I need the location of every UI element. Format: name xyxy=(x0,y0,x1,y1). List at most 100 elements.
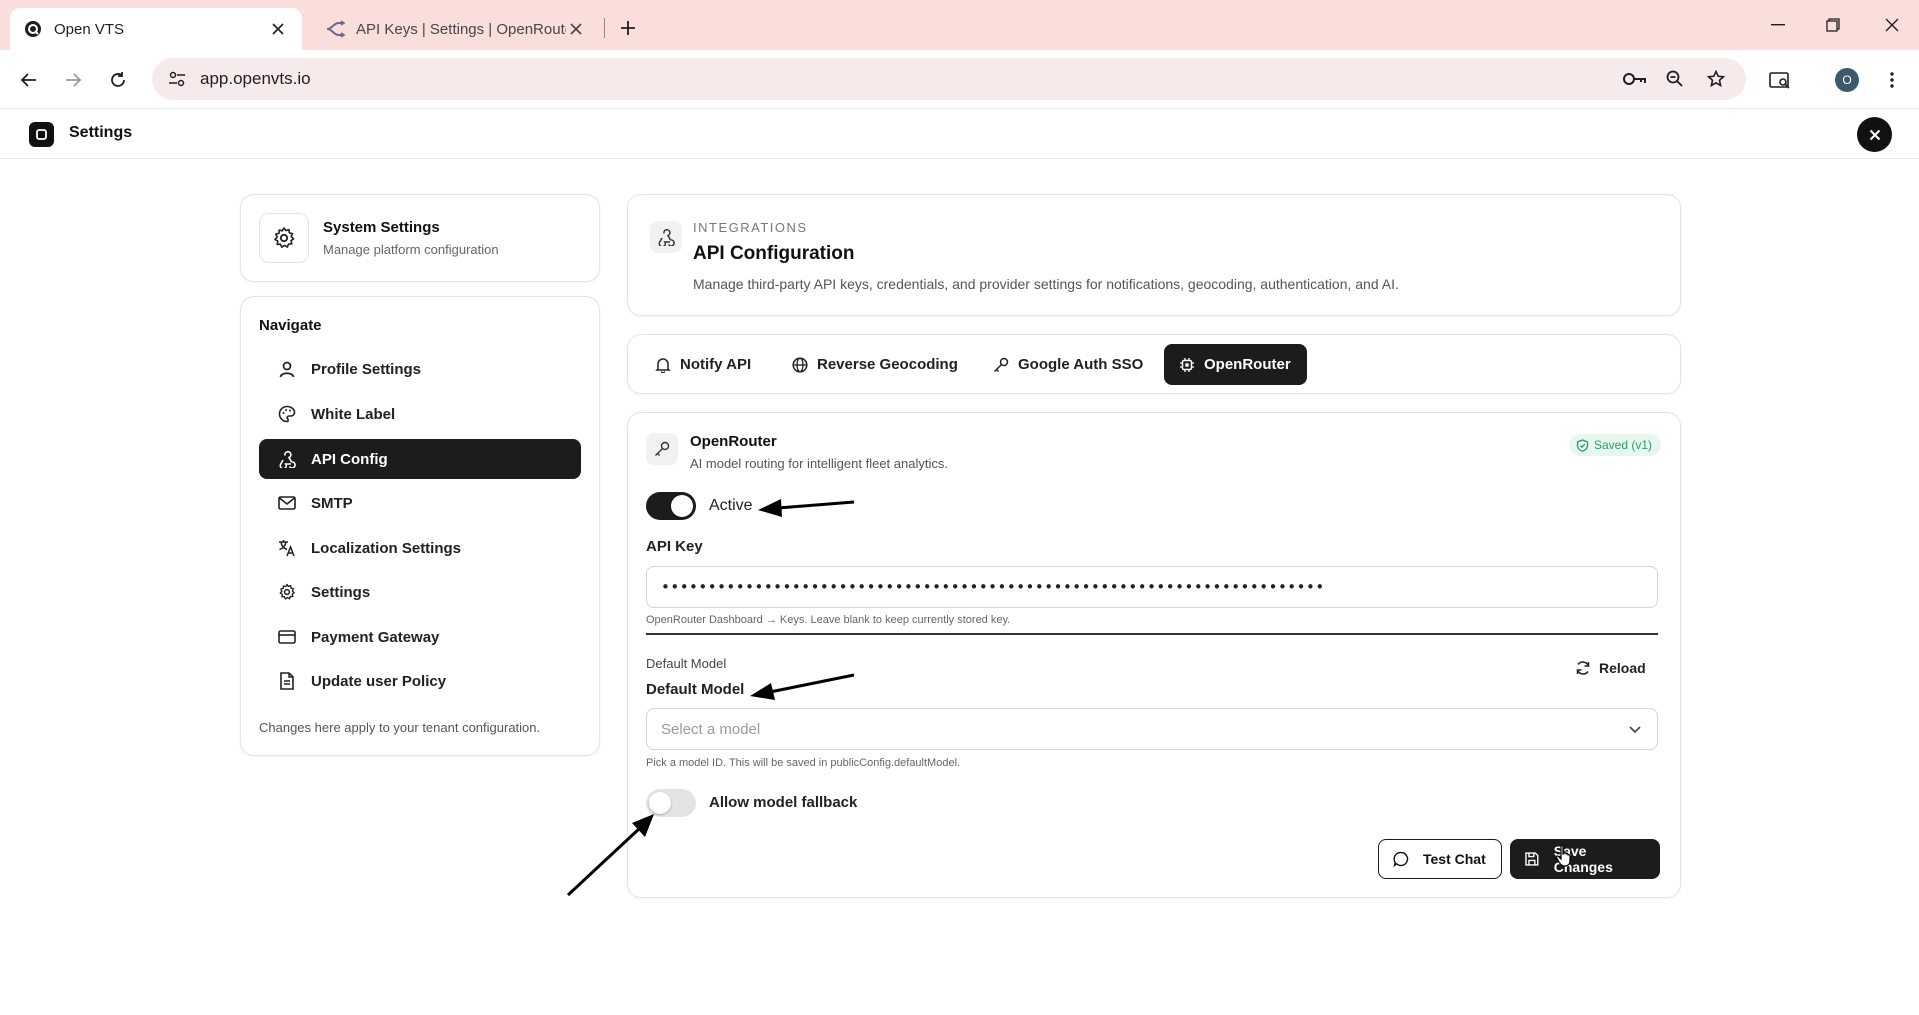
close-icon xyxy=(1885,18,1899,32)
minimize-button[interactable] xyxy=(1763,12,1793,38)
model-select[interactable]: Select a model xyxy=(646,708,1658,750)
arrow-right-icon xyxy=(66,73,82,87)
tab-label: Reverse Geocoding xyxy=(817,356,958,373)
app-logo-icon xyxy=(29,122,54,147)
save-icon xyxy=(1525,852,1539,866)
profile-avatar[interactable]: O xyxy=(1835,68,1859,92)
site-settings-icon[interactable] xyxy=(164,66,190,92)
reload-label: Reload xyxy=(1599,660,1646,676)
section-divider xyxy=(646,633,1658,635)
tab-google-auth-sso[interactable]: Google Auth SSO xyxy=(978,344,1159,385)
close-tab-icon[interactable] xyxy=(268,19,288,39)
default-model-small-label: Default Model xyxy=(646,656,727,671)
app-header: Settings xyxy=(0,110,1919,159)
model-hint: Pick a model ID. This will be saved in p… xyxy=(646,757,961,769)
close-icon xyxy=(1869,129,1880,140)
reload-page-button[interactable] xyxy=(103,65,133,95)
search-tabs-icon[interactable] xyxy=(1765,65,1795,95)
system-settings-card: System Settings Manage platform configur… xyxy=(240,194,600,282)
key-icon xyxy=(992,356,1010,374)
back-button[interactable] xyxy=(14,65,44,95)
save-changes-button[interactable]: Save Changes xyxy=(1510,839,1660,879)
close-window-button[interactable] xyxy=(1877,12,1907,38)
model-select-placeholder: Select a model xyxy=(661,720,761,738)
navigate-heading: Navigate xyxy=(259,317,322,334)
sidebar-item-payment-gateway[interactable]: Payment Gateway xyxy=(259,617,581,657)
browser-toolbar: app.openvts.io O xyxy=(0,50,1919,109)
sidebar-item-api-config[interactable]: API Config xyxy=(259,439,581,479)
sidebar-item-localization-settings[interactable]: Localization Settings xyxy=(259,528,581,568)
browser-tab-title: API Keys | Settings | OpenRoute xyxy=(356,20,566,38)
sidebar-item-white-label[interactable]: White Label xyxy=(259,394,581,434)
toggle-knob xyxy=(671,495,693,517)
close-settings-button[interactable] xyxy=(1857,117,1892,152)
plus-icon xyxy=(621,21,635,35)
section-description: Manage third-party API keys, credentials… xyxy=(693,276,1399,292)
tab-openrouter[interactable]: OpenRouter xyxy=(1164,344,1307,385)
arrow-left-icon xyxy=(20,73,36,87)
password-key-icon[interactable] xyxy=(1622,66,1648,92)
tab-label: Notify API xyxy=(680,356,752,373)
system-settings-subtitle: Manage platform configuration xyxy=(323,242,499,257)
sidebar-item-smtp[interactable]: SMTP xyxy=(259,483,581,523)
fallback-toggle[interactable] xyxy=(646,789,696,817)
tab-reverse-geocoding[interactable]: Reverse Geocoding xyxy=(777,344,974,385)
fallback-toggle-label: Allow model fallback xyxy=(709,794,858,811)
sidebar-item-update-user-policy[interactable]: Update user Policy xyxy=(259,661,581,701)
reload-models-button[interactable]: Reload xyxy=(1575,654,1646,682)
status-badge: Saved (v1) xyxy=(1569,434,1662,456)
api-key-input[interactable]: ••••••••••••••••••••••••••••••••••••••••… xyxy=(646,566,1658,608)
integrations-header-card: INTEGRATIONS API Configuration Manage th… xyxy=(627,194,1681,316)
browser-tab-open-vts[interactable]: Open VTS xyxy=(10,8,302,50)
sidebar-item-label: Update user Policy xyxy=(311,672,447,690)
api-key-hint: OpenRouter Dashboard → Keys. Leave blank… xyxy=(646,614,1011,626)
openrouter-title: OpenRouter xyxy=(690,433,777,450)
close-tab-icon[interactable] xyxy=(566,19,586,39)
default-model-label: Default Model xyxy=(646,681,745,698)
forward-button[interactable] xyxy=(58,65,88,95)
url-text: app.openvts.io xyxy=(200,69,311,88)
browser-menu-icon[interactable] xyxy=(1877,65,1907,95)
openrouter-settings-card: OpenRouter AI model routing for intellig… xyxy=(627,412,1681,898)
restore-icon xyxy=(1826,18,1840,32)
bookmark-star-icon[interactable] xyxy=(1703,66,1729,92)
browser-tab-openrouter[interactable]: API Keys | Settings | OpenRoute xyxy=(312,8,600,50)
section-title: API Configuration xyxy=(693,243,855,264)
tab-label: Google Auth SSO xyxy=(1018,356,1144,373)
active-toggle[interactable] xyxy=(646,492,696,520)
badge-text: Saved (v1) xyxy=(1594,438,1653,452)
sidebar-item-settings[interactable]: Settings xyxy=(259,572,581,612)
sidebar-item-profile-settings[interactable]: Profile Settings xyxy=(259,349,581,389)
restore-button[interactable] xyxy=(1818,12,1848,38)
sidebar-item-label: SMTP xyxy=(311,494,353,512)
tab-notify-api[interactable]: Notify API xyxy=(640,344,767,385)
api-key-label: API Key xyxy=(646,538,703,555)
openrouter-favicon-icon xyxy=(326,20,346,38)
sidebar-item-label: Profile Settings xyxy=(311,360,422,378)
shield-check-icon xyxy=(1576,438,1589,452)
message-circle-icon xyxy=(1393,851,1409,867)
zoom-out-icon[interactable] xyxy=(1662,66,1688,92)
sidebar-footer-note: Changes here apply to your tenant config… xyxy=(259,720,541,735)
webhook-icon xyxy=(650,221,682,253)
webhook-icon xyxy=(277,449,297,469)
openvts-favicon-icon xyxy=(24,20,42,38)
toggle-knob xyxy=(649,792,671,814)
sidebar-item-label: White Label xyxy=(311,405,396,423)
system-settings-title: System Settings xyxy=(323,219,440,236)
openrouter-subtitle: AI model routing for intelligent fleet a… xyxy=(690,456,948,471)
section-kicker: INTEGRATIONS xyxy=(693,220,808,235)
bell-icon xyxy=(654,356,672,374)
navigation-card: Navigate Profile Settings White Label AP… xyxy=(240,296,600,756)
tab-separator xyxy=(604,18,605,38)
cpu-icon xyxy=(1178,356,1196,374)
mail-icon xyxy=(277,493,297,513)
address-bar[interactable]: app.openvts.io xyxy=(152,58,1746,100)
refresh-icon xyxy=(1576,661,1590,675)
test-chat-button[interactable]: Test Chat xyxy=(1378,839,1502,879)
active-toggle-label: Active xyxy=(709,497,753,514)
new-tab-button[interactable] xyxy=(614,14,642,42)
gear-icon xyxy=(259,213,309,263)
document-icon xyxy=(277,671,297,691)
user-icon xyxy=(277,359,297,379)
